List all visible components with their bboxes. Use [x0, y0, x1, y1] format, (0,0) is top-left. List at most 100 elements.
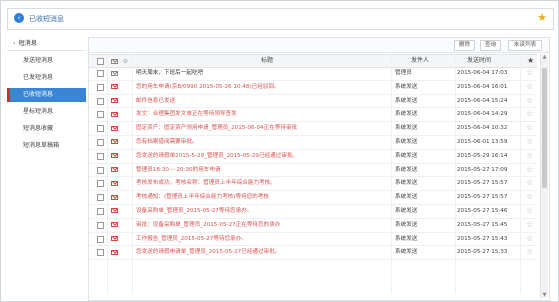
row-checkbox[interactable]: [97, 125, 104, 133]
row-checkbox[interactable]: [97, 194, 104, 202]
vertical-scrollbar[interactable]: ▲ ▼: [540, 54, 548, 298]
row-checkbox[interactable]: [97, 83, 104, 91]
row-checkbox[interactable]: [97, 180, 104, 188]
envelope-icon: [111, 180, 118, 186]
page-title: 已收短消息: [29, 15, 64, 23]
table-row[interactable]: 您发送的请假单2015-5-29_管理员_2015-05-29已经通过审批。 系统…: [89, 150, 537, 164]
attachment-icon: ⊘: [123, 58, 129, 65]
message-subject[interactable]: 设备采购单_管理员_2015-05-27等待您承办。: [136, 205, 364, 218]
row-checkbox[interactable]: [97, 235, 104, 243]
row-checkbox[interactable]: [97, 207, 104, 215]
message-subject[interactable]: 邮件信息已发送: [136, 95, 364, 108]
message-subject[interactable]: 您发送的请假单2015-5-29_管理员_2015-05-29已经通过审批。: [136, 150, 364, 163]
scroll-up-icon[interactable]: ▲: [541, 54, 548, 60]
table-row[interactable]: 固定资产：固定资产领用申请_管理员_2015-06-04正在等待审批 系统发送 20…: [89, 122, 537, 136]
message-time: 2015-05-27 15:46: [457, 207, 508, 214]
table-header: ⊘ 标题 发件人 发送时间 ★: [89, 54, 537, 68]
table-row[interactable]: 考核发布成功，考核名称：管理员上半年综合能力考核。 系统发送 2015-05-27 …: [89, 177, 537, 192]
row-checkbox[interactable]: [97, 152, 104, 160]
table-row[interactable]: 考核通知：(管理员上半年综合能力考核)等待您的考核 系统发送 2015-05-27 …: [89, 191, 537, 205]
message-subject[interactable]: 管理员18:30 -- 20:30的用车申请: [136, 164, 364, 177]
column-header-sender[interactable]: 发件人: [411, 55, 429, 67]
table-row[interactable]: 邮件信息已发送 系统发送 2015-06-04 15:24 ☆: [89, 95, 537, 109]
scrollbar-thumb[interactable]: [542, 68, 547, 188]
star-icon[interactable]: ☆: [526, 177, 533, 190]
star-icon[interactable]: ☆: [526, 95, 533, 108]
envelope-icon: [111, 208, 118, 214]
back-icon[interactable]: ‹: [14, 13, 24, 23]
message-subject[interactable]: 工作报告_管理员_2015-05-27等待您承办。: [136, 233, 364, 246]
message-panel: 删除 查询 未读列表 ⊘ 标题 发件人 发送时间 ★ 明天周末，下班后一起吃吧管…: [88, 37, 550, 301]
envelope-icon: [111, 111, 118, 117]
star-icon[interactable]: ☆: [526, 246, 533, 259]
sidebar-item[interactable]: 星标短消息: [7, 105, 86, 119]
envelope-icon: [111, 84, 118, 90]
message-time: 2015-06-01 13:59: [457, 138, 508, 145]
sidebar-item[interactable]: 已收短消息: [7, 88, 86, 102]
envelope-icon: [111, 249, 118, 255]
table-row[interactable]: 工作报告_管理员_2015-05-27等待您承办。 系统发送 2015-05-27 …: [89, 233, 537, 247]
message-time: 2015-05-27 15:45: [457, 221, 508, 228]
message-subject[interactable]: 您有档案借阅需要审批。: [136, 136, 364, 149]
sidebar-item[interactable]: 短消息收藏: [7, 122, 86, 136]
message-sender: 系统发送: [395, 138, 418, 145]
message-subject[interactable]: 发文：合理集团发文单正在等待领导签发: [136, 108, 364, 121]
message-time: 2015-05-27 15:43: [457, 235, 508, 242]
sidebar-item[interactable]: 短消息草稿箱: [7, 139, 86, 153]
star-icon[interactable]: ☆: [526, 122, 533, 135]
star-icon[interactable]: ☆: [526, 191, 533, 204]
row-checkbox[interactable]: [97, 221, 104, 229]
table-row[interactable]: 您有档案借阅需要审批。 系统发送 2015-06-01 13:59 ☆: [89, 136, 537, 150]
message-subject[interactable]: 您的用车申请(京B/0990 2015-05-26 10:48)已经驳回。: [136, 81, 364, 94]
message-subject[interactable]: 明天周末，下班后一起吃吧: [136, 67, 364, 80]
message-time: 2015-05-27 17:09: [457, 166, 508, 173]
scroll-down-icon[interactable]: ▼: [541, 292, 548, 298]
message-subject[interactable]: 固定资产：固定资产领用申请_管理员_2015-06-04正在等待审批: [136, 122, 364, 135]
message-subject[interactable]: 考核通知：(管理员上半年综合能力考核)等待您的考核: [136, 191, 364, 204]
table-row[interactable]: 发文：合理集团发文单正在等待领导签发 系统发送 2015-06-04 14:29 ☆: [89, 108, 537, 123]
sidebar-item[interactable]: 已发短消息: [7, 71, 86, 85]
sidebar-title: 短消息: [18, 40, 38, 47]
unread-list-button[interactable]: 未读列表: [508, 40, 542, 51]
table-row[interactable]: 您的用车申请(京B/0990 2015-05-26 10:48)已经驳回。 系统发…: [89, 81, 537, 95]
star-icon[interactable]: ☆: [526, 81, 533, 94]
star-column-icon: ★: [527, 56, 535, 65]
star-icon[interactable]: ☆: [526, 219, 533, 232]
star-icon[interactable]: ☆: [526, 108, 533, 121]
message-subject[interactable]: 考核发布成功，考核名称：管理员上半年综合能力考核。: [136, 177, 364, 190]
row-checkbox[interactable]: [97, 70, 104, 77]
star-icon[interactable]: ☆: [526, 233, 533, 246]
star-icon[interactable]: ☆: [526, 67, 533, 80]
star-icon[interactable]: ☆: [526, 136, 533, 149]
star-icon[interactable]: ☆: [526, 205, 533, 218]
message-sender: 系统发送: [395, 221, 418, 228]
message-subject[interactable]: 您发送的请假申请单_管理员_2015-05-27已经通过审批。: [136, 246, 364, 259]
column-header-time[interactable]: 发送时间: [467, 55, 491, 67]
row-checkbox[interactable]: [97, 138, 104, 146]
select-all-checkbox[interactable]: [97, 58, 104, 65]
message-sender: 系统发送: [395, 249, 418, 256]
star-icon[interactable]: ☆: [526, 150, 533, 163]
star-icon[interactable]: ★: [537, 11, 547, 25]
table-row[interactable]: 审批：设备采购单_管理员_2015-05-27正在等待您的承办 系统发送 2015-…: [89, 219, 537, 233]
row-checkbox[interactable]: [97, 166, 104, 174]
row-checkbox[interactable]: [97, 111, 104, 119]
column-header-subject[interactable]: 标题: [261, 55, 273, 67]
table-row[interactable]: 设备采购单_管理员_2015-05-27等待您承办。 系统发送 2015-05-27…: [89, 205, 537, 219]
message-sender: 系统发送: [395, 235, 418, 242]
sidebar-header[interactable]: › 短消息: [7, 37, 86, 51]
envelope-icon: [111, 167, 118, 173]
message-subject[interactable]: 审批：设备采购单_管理员_2015-05-27正在等待您的承办: [136, 219, 364, 232]
table-row[interactable]: 您发送的请假申请单_管理员_2015-05-27已经通过审批。 系统发送 2015-…: [89, 246, 537, 261]
delete-button[interactable]: 删除: [454, 40, 475, 51]
message-time: 2015-05-27 15:57: [457, 180, 508, 187]
search-button[interactable]: 查询: [480, 40, 501, 51]
table-row[interactable]: 管理员18:30 -- 20:30的用车申请 系统发送 2015-05-27 17:…: [89, 164, 537, 178]
row-checkbox[interactable]: [97, 97, 104, 105]
sidebar-item[interactable]: 发送短消息: [7, 54, 86, 68]
table-row[interactable]: 明天周末，下班后一起吃吧 管理员 2015-06-04 17:03 ☆: [89, 67, 537, 81]
app-frame: ‹ 已收短消息 ★ › 短消息 发送短消息 已发短消息 已收短消息 星标短消息 短消息收藏…: [0, 0, 559, 302]
row-checkbox[interactable]: [97, 249, 104, 257]
envelope-icon: [111, 125, 118, 131]
star-icon[interactable]: ☆: [526, 164, 533, 177]
